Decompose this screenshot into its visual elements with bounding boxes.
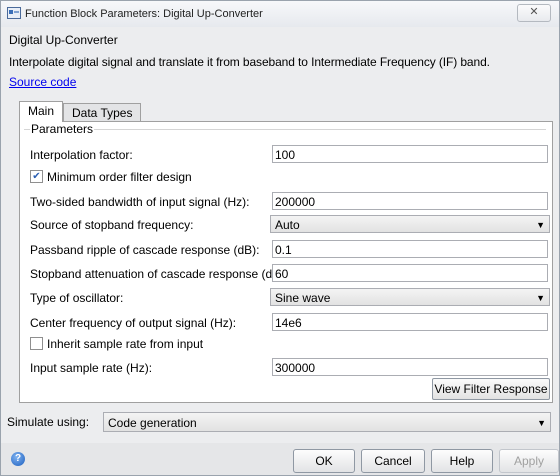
stopband-source-select[interactable]: Auto ▼ bbox=[270, 215, 550, 233]
chevron-down-icon: ▼ bbox=[537, 418, 546, 428]
source-code-link[interactable]: Source code bbox=[9, 75, 76, 89]
window-title: Function Block Parameters: Digital Up-Co… bbox=[25, 8, 263, 20]
block-description-area: Digital Up-Converter Interpolate digital… bbox=[9, 29, 549, 89]
cancel-button[interactable]: Cancel bbox=[361, 449, 425, 473]
inherit-rate-checkbox-row[interactable]: Inherit sample rate from input bbox=[30, 337, 203, 351]
bandwidth-field[interactable]: 200000 bbox=[272, 192, 548, 210]
stopband-source-label: Source of stopband frequency: bbox=[30, 218, 194, 232]
parameters-group-border bbox=[24, 129, 546, 130]
bandwidth-label: Two-sided bandwidth of input signal (Hz)… bbox=[30, 195, 250, 209]
view-filter-response-button[interactable]: View Filter Response bbox=[432, 378, 550, 400]
input-rate-field[interactable]: 300000 bbox=[272, 358, 548, 376]
simulink-block-icon bbox=[7, 7, 21, 19]
oscillator-type-select[interactable]: Sine wave ▼ bbox=[270, 288, 550, 306]
input-rate-label: Input sample rate (Hz): bbox=[30, 361, 153, 375]
dialog-window: Function Block Parameters: Digital Up-Co… bbox=[0, 0, 560, 476]
passband-ripple-label: Passband ripple of cascade response (dB)… bbox=[30, 243, 260, 257]
oscillator-type-value: Sine wave bbox=[275, 291, 331, 305]
simulate-using-select[interactable]: Code generation ▼ bbox=[103, 412, 551, 432]
interpolation-factor-field[interactable]: 100 bbox=[272, 145, 548, 163]
check-icon: ✔ bbox=[32, 171, 41, 183]
title-bar: Function Block Parameters: Digital Up-Co… bbox=[1, 1, 559, 27]
inherit-rate-label: Inherit sample rate from input bbox=[47, 337, 204, 351]
stopband-atten-label: Stopband attenuation of cascade response… bbox=[30, 267, 288, 281]
min-order-label: Minimum order filter design bbox=[47, 170, 192, 184]
chevron-down-icon: ▼ bbox=[536, 220, 545, 230]
min-order-checkbox-row[interactable]: ✔ Minimum order filter design bbox=[30, 170, 192, 184]
ok-button[interactable]: OK bbox=[293, 449, 355, 473]
tab-data-types[interactable]: Data Types bbox=[63, 103, 142, 122]
simulate-using-label: Simulate using: bbox=[7, 415, 90, 429]
close-button[interactable]: ✕ bbox=[517, 4, 551, 22]
tab-main[interactable]: Main bbox=[19, 101, 64, 122]
help-icon[interactable]: ? bbox=[11, 452, 25, 466]
interpolation-factor-label: Interpolation factor: bbox=[30, 148, 133, 162]
oscillator-type-label: Type of oscillator: bbox=[30, 291, 124, 305]
parameters-group-label: Parameters bbox=[30, 122, 95, 136]
center-freq-field[interactable]: 14e6 bbox=[272, 313, 548, 331]
main-tab-panel: Parameters Interpolation factor: 100 ✔ Mi… bbox=[19, 121, 553, 403]
block-description: Interpolate digital signal and translate… bbox=[9, 55, 490, 69]
inherit-rate-checkbox[interactable] bbox=[30, 337, 43, 351]
passband-ripple-field[interactable]: 0.1 bbox=[272, 240, 548, 258]
apply-button[interactable]: Apply bbox=[499, 449, 559, 473]
chevron-down-icon: ▼ bbox=[536, 293, 545, 303]
center-freq-label: Center frequency of output signal (Hz): bbox=[30, 316, 237, 330]
help-button[interactable]: Help bbox=[431, 449, 493, 473]
close-icon: ✕ bbox=[529, 6, 539, 18]
stopband-atten-field[interactable]: 60 bbox=[272, 264, 548, 282]
block-name: Digital Up-Converter bbox=[9, 33, 118, 47]
min-order-checkbox[interactable]: ✔ bbox=[30, 170, 43, 184]
stopband-source-value: Auto bbox=[275, 218, 300, 232]
simulate-using-value: Code generation bbox=[108, 416, 197, 430]
